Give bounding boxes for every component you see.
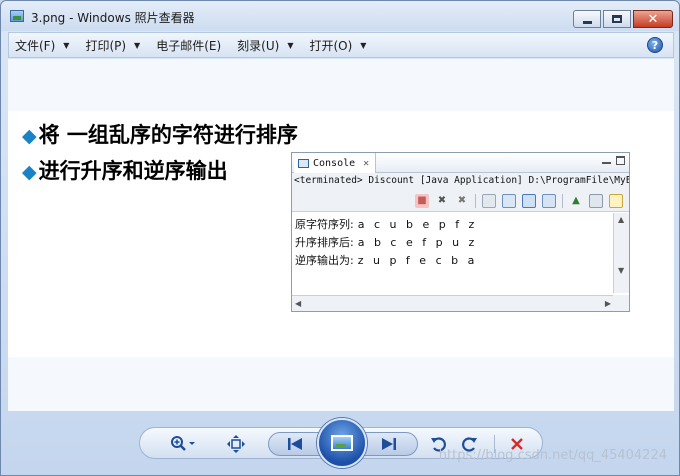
image-viewport[interactable]: ◆将 一组乱序的字符进行排序 ◆进行升序和逆序输出 Console ✕ <ter… xyxy=(8,59,674,411)
menu-open-label: 打开(O) xyxy=(309,38,353,53)
toolbar-separator xyxy=(475,193,476,208)
scroll-right-icon: ▶ xyxy=(604,299,611,308)
watermark-text: https://blog.csdn.net/qq_45404224 xyxy=(438,448,667,463)
view-minimize-icon xyxy=(602,162,611,164)
diamond-bullet-icon: ◆ xyxy=(22,161,37,183)
view-minmax xyxy=(602,156,625,165)
title-bar[interactable]: 3.png - Windows 照片查看器 ✕ xyxy=(1,1,679,31)
slide-line-1: ◆将 一组乱序的字符进行排序 xyxy=(22,119,298,149)
dropdown-arrow-icon: ▼ xyxy=(360,40,367,50)
close-icon: ✕ xyxy=(647,11,659,27)
console-toolbar: ■ ✖ ✖ ▲ xyxy=(292,190,629,212)
previous-button[interactable] xyxy=(280,428,310,460)
previous-icon xyxy=(288,438,302,450)
menu-email-label: 电子邮件(E) xyxy=(156,38,222,53)
help-icon[interactable]: ? xyxy=(647,37,663,53)
photo-viewer-window: 3.png - Windows 照片查看器 ✕ 文件(F) ▼ 打印(P) ▼ 电子… xyxy=(0,0,680,476)
menu-open[interactable]: 打开(O) ▼ xyxy=(309,37,366,54)
console-vertical-scrollbar: ▲ ▼ xyxy=(613,213,629,293)
slide-line-2-text: 进行升序和逆序输出 xyxy=(38,159,228,183)
maximize-button[interactable] xyxy=(603,10,631,28)
zoom-button[interactable] xyxy=(166,428,200,460)
diamond-bullet-icon: ◆ xyxy=(22,125,37,147)
menu-burn[interactable]: 刻录(U) ▼ xyxy=(237,37,293,54)
menu-file[interactable]: 文件(F) ▼ xyxy=(15,37,69,54)
photo-viewer-app-icon xyxy=(10,10,24,22)
console-icon xyxy=(298,158,309,168)
dropdown-arrow-icon: ▼ xyxy=(287,40,294,50)
window-controls: ✕ xyxy=(573,10,673,28)
console-status: <terminated> Discount [Java Application]… xyxy=(292,173,629,190)
output-line: 升序排序后: a b c e f p u z xyxy=(295,234,614,252)
console-tab-label: Console xyxy=(313,157,356,169)
output-line: 逆序输出为: z u p f e c b a xyxy=(295,252,614,270)
scroll-up-icon: ▲ xyxy=(618,215,625,224)
output-label: 升序排序后: xyxy=(295,236,354,249)
output-value: z u p f e c b a xyxy=(357,254,478,267)
view-maximize-icon xyxy=(616,156,625,165)
menu-print[interactable]: 打印(P) ▼ xyxy=(85,37,140,54)
console-output: 原字符序列: a c u b e p f z 升序排序后: a b c e f p … xyxy=(292,213,614,291)
clear-console-icon xyxy=(482,193,496,208)
slide-line-2: ◆进行升序和逆序输出 xyxy=(22,155,228,185)
displayed-image: ◆将 一组乱序的字符进行排序 ◆进行升序和逆序输出 Console ✕ <ter… xyxy=(8,111,674,357)
scroll-lock-icon xyxy=(502,193,516,208)
menu-print-label: 打印(P) xyxy=(85,38,127,53)
toolbar-separator xyxy=(562,193,563,208)
eclipse-console-view: Console ✕ <terminated> Discount [Java Ap… xyxy=(291,152,630,312)
menu-email[interactable]: 电子邮件(E) xyxy=(156,37,221,54)
pin-console-icon: ▲ xyxy=(572,195,580,206)
tab-close-icon: ✕ xyxy=(363,157,370,169)
terminate-icon: ■ xyxy=(415,193,429,208)
slideshow-icon xyxy=(331,435,353,451)
output-line: 原字符序列: a c u b e p f z xyxy=(295,216,614,234)
word-wrap-icon xyxy=(522,193,536,208)
output-label: 原字符序列: xyxy=(295,218,354,231)
show-on-output-icon xyxy=(542,193,556,208)
output-label: 逆序输出为: xyxy=(295,254,354,267)
dropdown-arrow-icon: ▼ xyxy=(63,40,70,50)
scroll-left-icon: ◀ xyxy=(295,299,302,308)
maximize-icon xyxy=(612,15,622,23)
slideshow-button[interactable] xyxy=(317,418,367,468)
console-horizontal-scrollbar: ◀ ▶ xyxy=(292,295,614,311)
window-title: 3.png - Windows 照片查看器 xyxy=(31,11,195,25)
remove-launch-icon: ✖ xyxy=(437,195,447,206)
scrollbar-corner xyxy=(613,295,629,311)
output-value: a c u b e p f z xyxy=(357,218,478,231)
output-value: a b c e f p u z xyxy=(357,236,478,249)
scroll-down-icon: ▼ xyxy=(618,266,625,275)
open-console-icon xyxy=(609,193,623,208)
minimize-icon xyxy=(582,20,592,24)
menu-bar: 文件(F) ▼ 打印(P) ▼ 电子邮件(E) 刻录(U) ▼ 打开(O) ▼ ? xyxy=(8,32,674,58)
zoom-icon xyxy=(171,436,195,451)
menu-file-label: 文件(F) xyxy=(15,38,56,53)
display-console-icon xyxy=(589,193,603,208)
minimize-button[interactable] xyxy=(573,10,601,28)
actual-size-button[interactable] xyxy=(222,428,250,460)
close-window-button[interactable]: ✕ xyxy=(633,10,673,28)
actual-size-icon xyxy=(227,435,245,453)
menu-burn-label: 刻录(U) xyxy=(237,38,280,53)
slide-line-1-text: 将 一组乱序的字符进行排序 xyxy=(38,123,298,147)
remove-all-icon: ✖ xyxy=(457,195,467,206)
console-tab-bar: Console ✕ xyxy=(292,153,629,173)
next-icon xyxy=(382,438,396,450)
next-button[interactable] xyxy=(374,428,404,460)
dropdown-arrow-icon: ▼ xyxy=(134,40,141,50)
console-tab: Console ✕ xyxy=(294,153,377,173)
